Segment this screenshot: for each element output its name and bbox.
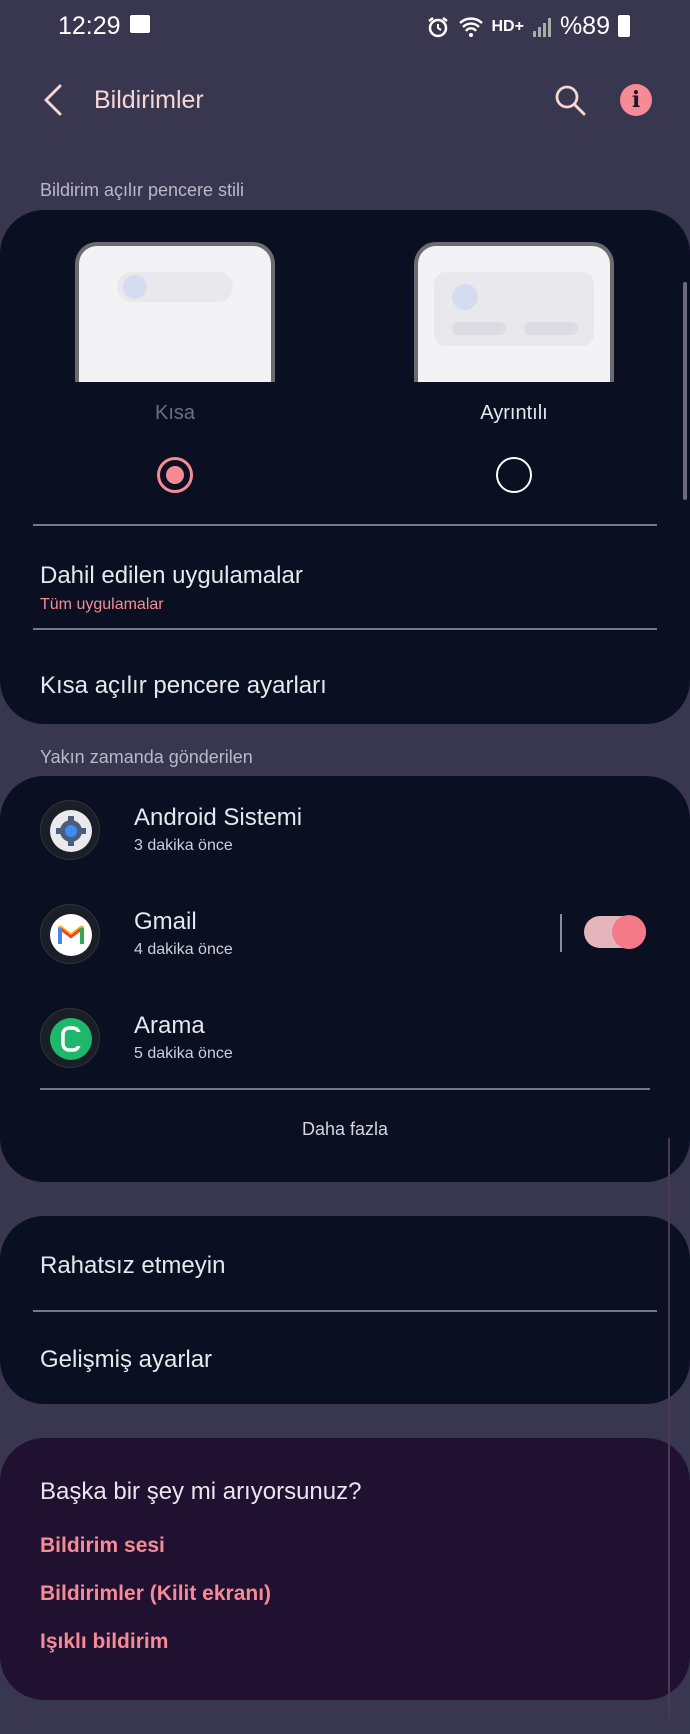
image-notification-icon	[130, 15, 150, 33]
phone-icon	[61, 1026, 81, 1052]
gear-icon	[56, 816, 86, 846]
status-bar: 12:29 HD+ %89	[0, 0, 690, 52]
link-light-notification[interactable]: Işıklı bildirim	[40, 1630, 168, 1654]
gmail-icon	[57, 925, 85, 944]
list-item-android-system[interactable]: Android Sistemi 3 dakika önce	[0, 776, 690, 880]
radio-brief[interactable]	[157, 457, 193, 493]
detailed-preview-line	[452, 322, 506, 335]
page-title: Bildirimler	[94, 86, 204, 114]
popup-style-card: Kısa Ayrıntılı Dahil edilen uygulamalar …	[0, 210, 690, 724]
detailed-style-preview[interactable]	[414, 242, 614, 382]
advanced-settings-row[interactable]: Gelişmiş ayarlar	[0, 1312, 690, 1404]
included-apps-value: Tüm uygulamalar	[40, 596, 164, 613]
app-name: Arama	[134, 1012, 205, 1039]
app-time: 3 dakika önce	[134, 837, 233, 854]
section-label-popup-style: Bildirim açılır pencere stili	[40, 180, 245, 200]
brief-popup-settings-row[interactable]: Kısa açılır pencere ayarları	[0, 630, 690, 720]
suggestions-card: Başka bir şey mi arıyorsunuz? Bildirim s…	[0, 1438, 690, 1700]
included-apps-title: Dahil edilen uygulamalar	[40, 562, 303, 589]
suggestions-title: Başka bir şey mi arıyorsunuz?	[40, 1478, 362, 1505]
detailed-preview-dot	[452, 284, 478, 310]
wifi-icon	[458, 16, 483, 37]
app-icon	[40, 1008, 100, 1068]
battery-icon	[618, 15, 630, 37]
app-time: 5 dakika önce	[134, 1045, 233, 1062]
recent-apps-card: Android Sistemi 3 dakika önce Gmail 4 da…	[0, 776, 690, 1182]
alarm-icon	[427, 16, 448, 37]
brief-preview-dot	[123, 275, 147, 299]
app-name: Android Sistemi	[134, 804, 303, 831]
status-icons: HD+ %89	[426, 12, 610, 41]
list-item-gmail[interactable]: Gmail 4 dakika önce	[0, 880, 690, 984]
back-arrow-icon[interactable]	[38, 82, 68, 118]
app-bar: Bildirimler i	[0, 72, 690, 128]
hd-voice-label: HD+	[491, 17, 524, 35]
dnd-row[interactable]: Rahatsız etmeyin	[0, 1216, 690, 1310]
option-label-detailed: Ayrıntılı	[480, 402, 548, 424]
app-name: Gmail	[134, 908, 197, 935]
link-notification-sound[interactable]: Bildirim sesi	[40, 1534, 165, 1558]
list-item-phone[interactable]: Arama 5 dakika önce	[0, 984, 690, 1088]
section-label-recent: Yakın zamanda gönderilen	[40, 747, 253, 767]
dnd-title: Rahatsız etmeyin	[40, 1252, 226, 1279]
radio-detailed[interactable]	[496, 457, 532, 493]
app-icon	[40, 904, 100, 964]
brief-style-preview[interactable]	[75, 242, 275, 382]
included-apps-row[interactable]: Dahil edilen uygulamalar Tüm uygulamalar	[0, 526, 690, 618]
info-icon[interactable]: i	[620, 84, 652, 116]
scroll-track	[668, 1138, 670, 1718]
gmail-notification-toggle[interactable]	[584, 915, 646, 949]
scrollbar[interactable]	[683, 282, 687, 500]
advanced-settings-title: Gelişmiş ayarlar	[40, 1346, 213, 1373]
more-button[interactable]: Daha fazla	[0, 1119, 690, 1140]
brief-popup-settings-title: Kısa açılır pencere ayarları	[40, 672, 327, 699]
settings-card: Rahatsız etmeyin Gelişmiş ayarlar	[0, 1216, 690, 1404]
app-time: 4 dakika önce	[134, 941, 233, 958]
signal-icon	[532, 17, 551, 37]
link-lock-screen-notifications[interactable]: Bildirimler (Kilit ekranı)	[40, 1582, 271, 1606]
detailed-preview-line	[524, 322, 578, 335]
search-icon[interactable]	[552, 82, 588, 118]
battery-percent: %89	[559, 12, 610, 40]
divider	[40, 1088, 650, 1090]
status-time: 12:29	[58, 12, 121, 40]
divider	[560, 914, 562, 952]
option-label-brief: Kısa	[154, 402, 196, 424]
app-icon	[40, 800, 100, 860]
